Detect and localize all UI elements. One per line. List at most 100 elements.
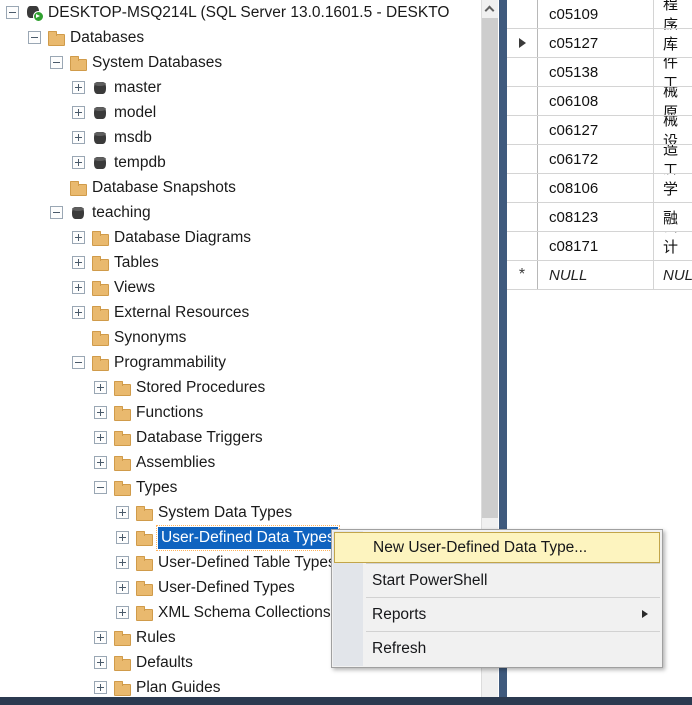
- row-header-cell[interactable]: [507, 29, 538, 57]
- tree-item-teaching[interactable]: teaching: [0, 200, 481, 225]
- expand-plus-icon[interactable]: [94, 406, 107, 419]
- table-row[interactable]: c08106经济学基础: [507, 174, 692, 203]
- tree-item-programmability[interactable]: Programmability: [0, 350, 481, 375]
- tree-item-databases[interactable]: Databases: [0, 25, 481, 50]
- expand-plus-icon[interactable]: [72, 306, 85, 319]
- grid-cell-course-name[interactable]: 金融学: [654, 203, 692, 231]
- tree-item-desktop-msq214l-sql-server-13-0-1601-5-deskto[interactable]: DESKTOP-MSQ214L (SQL Server 13.0.1601.5 …: [0, 0, 481, 25]
- row-header-cell[interactable]: [507, 174, 538, 202]
- expand-plus-icon[interactable]: [94, 381, 107, 394]
- context-menu[interactable]: New User-Defined Data Type... Start Power…: [331, 529, 663, 668]
- expand-plus-icon[interactable]: [116, 506, 129, 519]
- grid-cell-course-code[interactable]: c06127: [538, 116, 654, 144]
- grid-cell-course-name[interactable]: NULL: [654, 261, 692, 289]
- grid-cell-course-name[interactable]: 铸造工艺: [654, 145, 692, 173]
- tree-item-stored-procedures[interactable]: Stored Procedures: [0, 375, 481, 400]
- grid-cell-course-code[interactable]: c06172: [538, 145, 654, 173]
- grid-cell-course-name[interactable]: C语言程序设计: [654, 0, 692, 28]
- grid-cell-course-name[interactable]: 机械原理: [654, 87, 692, 115]
- tree-item-label: Synonyms: [114, 329, 187, 346]
- tree-item-database-snapshots[interactable]: Database Snapshots: [0, 175, 481, 200]
- row-header-cell[interactable]: [507, 87, 538, 115]
- grid-cell-course-code[interactable]: c08106: [538, 174, 654, 202]
- collapse-minus-icon[interactable]: [6, 6, 19, 19]
- table-row[interactable]: c08171会计学: [507, 232, 692, 261]
- table-row[interactable]: c05127数据库原理: [507, 29, 692, 58]
- expand-plus-icon[interactable]: [116, 531, 129, 544]
- collapse-minus-icon[interactable]: [50, 206, 63, 219]
- tree-item-assemblies[interactable]: Assemblies: [0, 450, 481, 475]
- collapse-minus-icon[interactable]: [50, 56, 63, 69]
- collapse-minus-icon[interactable]: [94, 481, 107, 494]
- tree-item-views[interactable]: Views: [0, 275, 481, 300]
- menu-item-reports[interactable]: Reports: [332, 598, 662, 631]
- row-header-cell[interactable]: [507, 232, 538, 260]
- folder-icon: [135, 505, 153, 521]
- grid-cell-course-code[interactable]: c08171: [538, 232, 654, 260]
- expand-plus-icon[interactable]: [72, 256, 85, 269]
- tree-item-external-resources[interactable]: External Resources: [0, 300, 481, 325]
- table-row[interactable]: c08123金融学: [507, 203, 692, 232]
- table-row[interactable]: c05109C语言程序设计: [507, 0, 692, 29]
- row-header-cell[interactable]: [507, 116, 538, 144]
- grid-cell-course-code[interactable]: c05138: [538, 58, 654, 86]
- grid-cell-course-code[interactable]: c08123: [538, 203, 654, 231]
- expand-plus-icon[interactable]: [72, 281, 85, 294]
- scrollbar-thumb[interactable]: [482, 18, 498, 518]
- tree-item-tables[interactable]: Tables: [0, 250, 481, 275]
- tree-item-system-databases[interactable]: System Databases: [0, 50, 481, 75]
- grid-cell-course-name[interactable]: 机械设计: [654, 116, 692, 144]
- expand-plus-icon[interactable]: [72, 231, 85, 244]
- menu-item-start-powershell[interactable]: Start PowerShell: [332, 564, 662, 597]
- row-header-cell[interactable]: [507, 203, 538, 231]
- row-header-cell[interactable]: [507, 0, 538, 28]
- grid-cell-course-name[interactable]: 会计学: [654, 232, 692, 260]
- grid-cell-course-name[interactable]: 数据库原理: [654, 29, 692, 57]
- collapse-minus-icon[interactable]: [28, 31, 41, 44]
- table-row[interactable]: c06108机械原理: [507, 87, 692, 116]
- row-header-cell[interactable]: [507, 145, 538, 173]
- tree-item-msdb[interactable]: msdb: [0, 125, 481, 150]
- row-header-cell[interactable]: [507, 58, 538, 86]
- expand-plus-icon[interactable]: [94, 681, 107, 694]
- grid-cell-course-code[interactable]: c05127: [538, 29, 654, 57]
- tree-item-label: Assemblies: [136, 454, 216, 471]
- expand-plus-icon[interactable]: [94, 631, 107, 644]
- tree-item-tempdb[interactable]: tempdb: [0, 150, 481, 175]
- tree-item-model[interactable]: model: [0, 100, 481, 125]
- expand-plus-icon[interactable]: [94, 431, 107, 444]
- grid-cell-course-code[interactable]: c05109: [538, 0, 654, 28]
- expand-plus-icon[interactable]: [116, 556, 129, 569]
- row-header-cell[interactable]: *: [507, 261, 538, 289]
- expand-plus-icon[interactable]: [72, 106, 85, 119]
- expand-plus-icon[interactable]: [72, 156, 85, 169]
- table-row[interactable]: c06172铸造工艺: [507, 145, 692, 174]
- expand-plus-icon[interactable]: [72, 131, 85, 144]
- tree-item-master[interactable]: master: [0, 75, 481, 100]
- grid-new-row[interactable]: * NULLNULL: [507, 261, 692, 290]
- tree-item-database-triggers[interactable]: Database Triggers: [0, 425, 481, 450]
- grid-cell-course-code[interactable]: c06108: [538, 87, 654, 115]
- menu-item-refresh[interactable]: Refresh: [332, 632, 662, 665]
- expand-plus-icon[interactable]: [116, 606, 129, 619]
- grid-cell-course-code[interactable]: NULL: [538, 261, 654, 289]
- tree-item-label: Views: [114, 279, 156, 296]
- scroll-up-button[interactable]: [482, 0, 498, 18]
- menu-item-new-user-defined-data-type[interactable]: New User-Defined Data Type...: [334, 532, 660, 563]
- tree-item-types[interactable]: Types: [0, 475, 481, 500]
- collapse-minus-icon[interactable]: [72, 356, 85, 369]
- expand-plus-icon[interactable]: [72, 81, 85, 94]
- table-row[interactable]: c06127机械设计: [507, 116, 692, 145]
- expand-plus-icon[interactable]: [116, 581, 129, 594]
- expand-plus-icon[interactable]: [94, 456, 107, 469]
- table-row[interactable]: c05138软件工程: [507, 58, 692, 87]
- folder-icon: [113, 630, 131, 646]
- expand-plus-icon[interactable]: [94, 656, 107, 669]
- tree-item-database-diagrams[interactable]: Database Diagrams: [0, 225, 481, 250]
- tree-item-functions[interactable]: Functions: [0, 400, 481, 425]
- grid-cell-course-name[interactable]: 经济学基础: [654, 174, 692, 202]
- tree-item-plan-guides[interactable]: Plan Guides: [0, 675, 481, 697]
- tree-item-synonyms[interactable]: Synonyms: [0, 325, 481, 350]
- grid-cell-course-name[interactable]: 软件工程: [654, 58, 692, 86]
- tree-item-system-data-types[interactable]: System Data Types: [0, 500, 481, 525]
